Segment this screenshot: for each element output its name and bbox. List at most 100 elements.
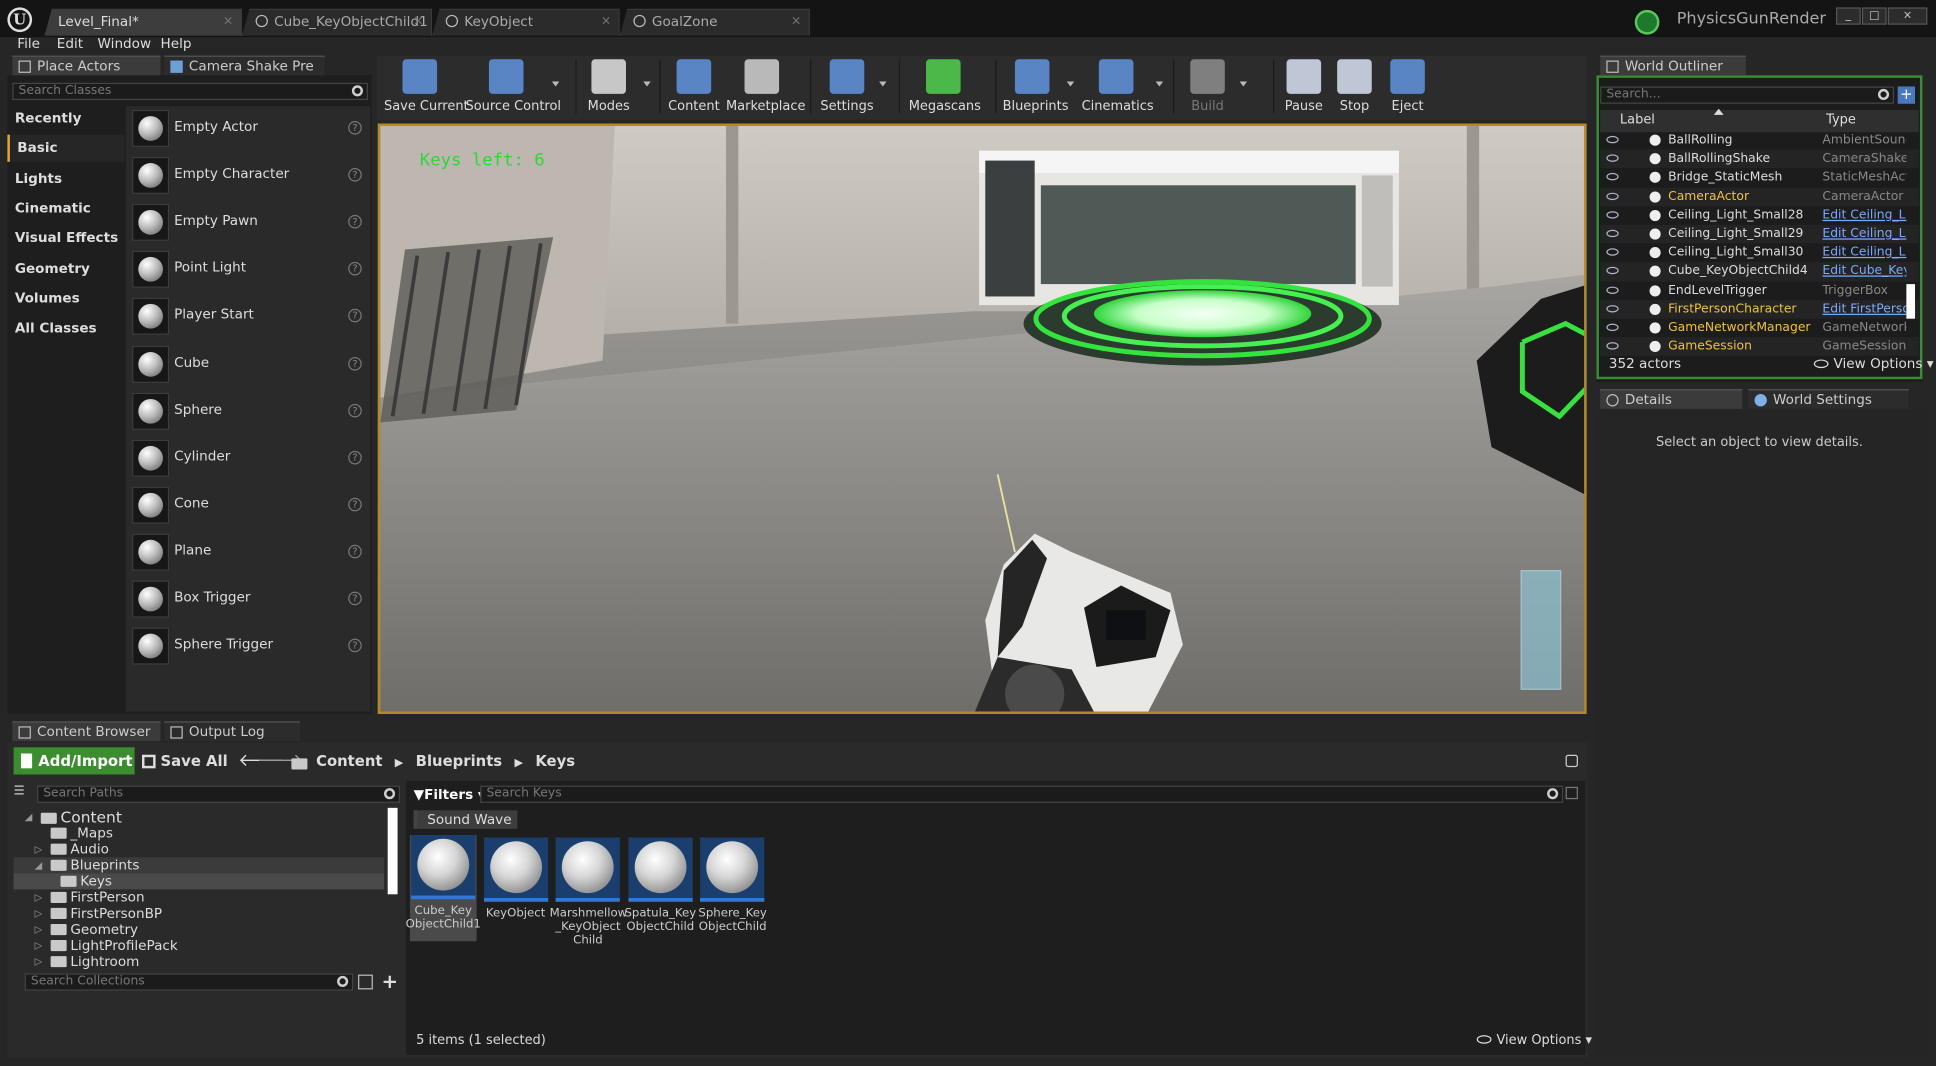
outliner-view-options-button[interactable]: View Options ▾ — [1813, 356, 1934, 372]
folder-tree-item[interactable]: ◢ Content — [14, 809, 384, 825]
toolbar-modes-button[interactable]: Modes — [579, 59, 651, 116]
toggle-sources-icon[interactable]: ☰ — [14, 784, 31, 801]
menu-help[interactable]: Help — [161, 36, 192, 52]
visibility-eye-icon[interactable] — [1606, 173, 1619, 181]
category-item[interactable]: Basic — [7, 135, 125, 163]
menu-file[interactable]: File — [17, 36, 40, 52]
outliner-scrollbar[interactable] — [1906, 284, 1916, 319]
actor-item[interactable]: Sphere Trigger? — [127, 624, 369, 671]
visibility-eye-icon[interactable] — [1606, 248, 1619, 256]
outliner-row[interactable]: Ceiling_Light_Small29Edit Ceiling_Lig — [1600, 224, 1919, 244]
actor-item[interactable]: Point Light? — [127, 247, 369, 294]
help-icon[interactable]: ? — [348, 403, 362, 418]
toolbar-marketplace-button[interactable]: Marketplace — [726, 59, 805, 116]
toolbar-megascans-button[interactable]: Megascans — [909, 59, 981, 116]
visibility-eye-icon[interactable] — [1606, 210, 1619, 219]
doc-tab[interactable]: GoalZone × — [619, 8, 810, 36]
visibility-eye-icon[interactable] — [1606, 192, 1619, 200]
breadcrumb-blueprints[interactable]: Blueprints — [416, 752, 502, 769]
toolbar-eject-button[interactable]: Eject — [1389, 59, 1426, 116]
col-type[interactable]: Type — [1826, 112, 1856, 127]
doc-tab[interactable]: Cube_KeyObjectChild1 × — [242, 8, 433, 36]
asset-tile[interactable]: KeyObject — [482, 837, 549, 941]
category-item[interactable]: All Classes — [7, 315, 124, 342]
category-item[interactable]: Geometry — [7, 255, 124, 282]
menu-edit[interactable]: Edit — [57, 36, 83, 52]
outliner-row[interactable]: FirstPersonCharacter Edit FirstPerso — [1600, 299, 1919, 319]
folder-tree-item[interactable]: ▷ Lightroom — [14, 954, 384, 970]
visibility-eye-icon[interactable] — [1606, 342, 1619, 350]
outliner-row[interactable]: Ceiling_Light_Small28Edit Ceiling_Lig — [1600, 206, 1919, 225]
outliner-row[interactable]: BallRolling AmbientSound — [1600, 131, 1919, 150]
folder-tree-item[interactable]: ▷ FirstPerson — [14, 890, 384, 906]
outliner-row[interactable]: Cube_KeyObjectChild4 Edit Cube_Key — [1600, 262, 1919, 282]
folder-tree-item[interactable]: ◢ Blueprints — [13, 857, 384, 874]
actor-item[interactable]: Empty Character? — [127, 153, 369, 200]
search-collections-input[interactable]: Search Collections — [24, 973, 354, 991]
help-icon[interactable]: ? — [348, 215, 362, 229]
maximize-button[interactable]: □ — [1861, 7, 1887, 25]
col-label[interactable]: Label — [1620, 112, 1655, 127]
category-item[interactable]: Recently Placed — [7, 105, 124, 153]
visibility-eye-icon[interactable] — [1606, 267, 1619, 275]
toolbar-save-current-button[interactable]: Save Current — [384, 59, 469, 116]
visibility-eye-icon[interactable] — [1606, 304, 1619, 313]
actor-item[interactable]: Empty Pawn? — [127, 200, 369, 247]
actor-item[interactable]: Sphere? — [127, 389, 369, 436]
close-window-button[interactable]: × — [1887, 7, 1928, 25]
outliner-row[interactable]: EndLevelTrigger TriggerBox — [1600, 281, 1919, 300]
outliner-row[interactable]: CameraActor CameraActor — [1600, 187, 1919, 207]
level-viewport[interactable]: Keys left: 6 — [377, 123, 1587, 714]
outliner-search-input[interactable]: Search... — [1600, 86, 1895, 104]
folder-tree-item[interactable]: ▷ Audio — [14, 841, 384, 857]
filters-button[interactable]: ▼Filters ▾ — [414, 787, 485, 803]
tab-output-log[interactable]: Output Log — [164, 721, 301, 742]
help-icon[interactable]: ? — [348, 544, 362, 559]
visibility-eye-icon[interactable] — [1606, 286, 1619, 294]
doc-tab[interactable]: Level_Final* × — [44, 8, 243, 36]
toolbar-stop-button[interactable]: Stop — [1337, 59, 1372, 116]
asset-tile[interactable]: Marshmellow _KeyObject Child — [550, 837, 627, 947]
assets-view-options-button[interactable]: View Options ▾ — [1476, 1033, 1592, 1047]
visibility-eye-icon[interactable] — [1606, 323, 1619, 332]
outliner-row[interactable]: BallRollingShakeCameraShakeS — [1600, 149, 1919, 169]
visibility-eye-icon[interactable] — [1606, 229, 1619, 238]
close-tab-icon[interactable]: × — [791, 10, 801, 35]
tab-world-outliner[interactable]: World Outliner — [1600, 55, 1746, 76]
category-item[interactable]: Volumes — [7, 285, 124, 312]
search-keys-input[interactable]: Search Keys — [480, 785, 1564, 803]
help-icon[interactable]: ? — [348, 356, 362, 370]
help-icon[interactable]: ? — [348, 121, 362, 135]
toolbar-source-control-button[interactable]: Source Control — [465, 59, 561, 116]
toolbar-settings-button[interactable]: Settings — [820, 59, 887, 116]
breadcrumb-content[interactable]: Content — [316, 752, 382, 769]
add-import-button[interactable]: Add/Import ▾ — [13, 747, 135, 797]
help-icon[interactable]: ? — [348, 168, 362, 182]
outliner-row[interactable]: GameSession GameSession — [1600, 337, 1919, 357]
save-search-icon[interactable] — [1565, 786, 1578, 800]
folder-tree-item[interactable]: _Maps — [14, 825, 384, 841]
actor-item[interactable]: Cube? — [127, 342, 369, 389]
tab-world-settings[interactable]: World Settings — [1748, 389, 1909, 409]
tab-camera-shake[interactable]: Camera Shake Pre — [164, 55, 325, 76]
search-paths-input[interactable]: Search Paths — [37, 785, 401, 803]
actor-item[interactable]: Cylinder? — [127, 436, 369, 483]
toolbar-blueprints-button[interactable]: Blueprints — [1003, 59, 1075, 116]
minimize-button[interactable]: _ — [1835, 7, 1861, 25]
add-filter-button[interactable]: + — [1897, 86, 1916, 104]
lock-icon[interactable] — [1565, 754, 1578, 768]
help-icon[interactable]: ? — [348, 638, 362, 653]
help-icon[interactable]: ? — [348, 309, 362, 323]
tab-content-browser[interactable]: Content Browser — [12, 721, 161, 742]
folder-tree-item[interactable]: ▷ Geometry — [14, 922, 384, 938]
category-item[interactable]: Visual Effects — [7, 225, 124, 252]
tab-place-actors[interactable]: Place Actors — [12, 55, 161, 76]
close-tab-icon[interactable]: × — [601, 10, 611, 35]
actor-item[interactable]: Plane? — [127, 530, 369, 577]
close-tab-icon[interactable]: × — [413, 10, 423, 35]
outliner-row[interactable]: Bridge_StaticMeshStaticMeshActo — [1600, 168, 1919, 187]
close-tab-icon[interactable]: × — [223, 10, 233, 35]
tab-details[interactable]: Details — [1600, 389, 1743, 409]
filter-chip-sound-wave[interactable]: Sound Wave — [413, 810, 518, 829]
toolbar-cinematics-button[interactable]: Cinematics — [1082, 59, 1164, 116]
